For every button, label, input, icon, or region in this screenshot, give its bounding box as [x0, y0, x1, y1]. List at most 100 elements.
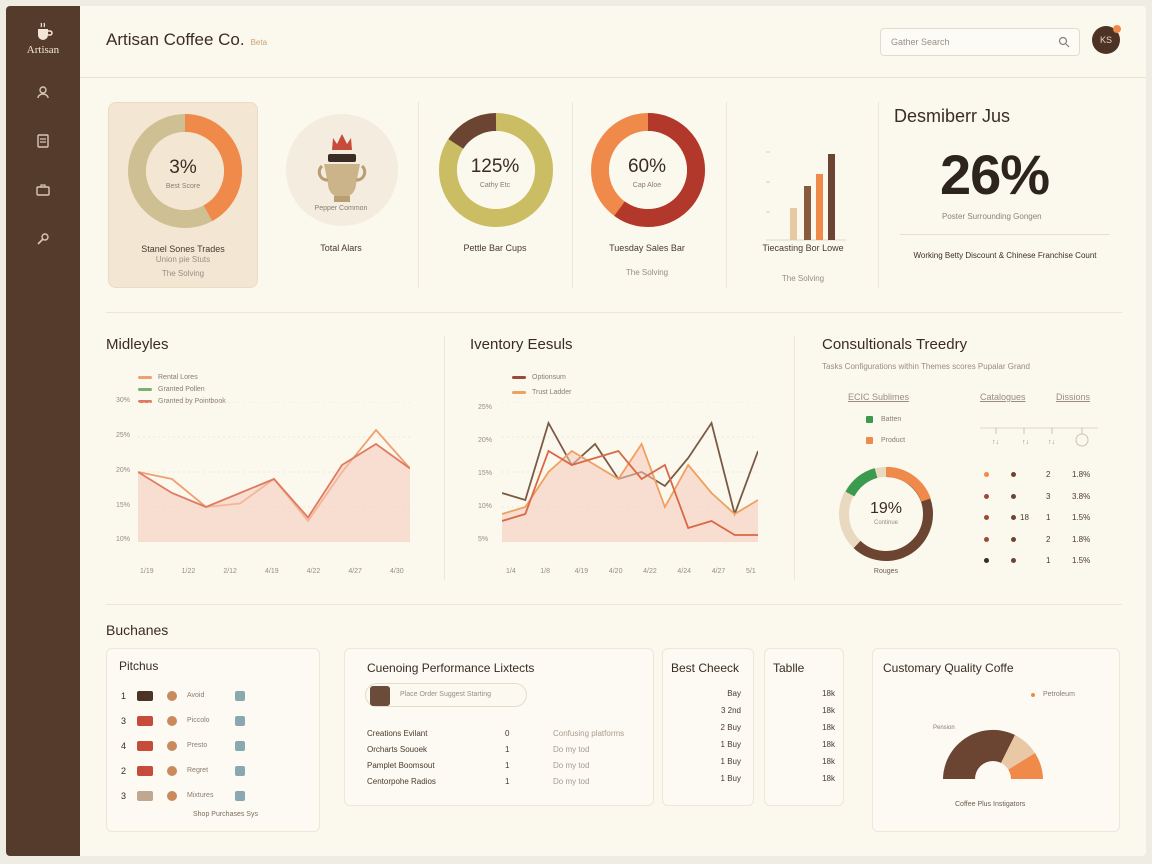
table-row[interactable]: Pamplet Boomsout 1 Do my tod: [367, 757, 637, 773]
perf-count: 1: [505, 744, 510, 754]
pickup-row[interactable]: 4 Presto: [121, 733, 317, 758]
row-percent: 1.5%: [1072, 513, 1091, 523]
pickup-row[interactable]: 3 Mixtures: [121, 783, 317, 808]
logo-text: Artisan: [26, 44, 60, 56]
perf-comment: Do my tod: [553, 744, 590, 754]
nav-item-settings[interactable]: [35, 231, 51, 252]
briefcase-icon: [36, 184, 50, 196]
coffee-cup-logo-icon: [37, 22, 53, 40]
search-icon[interactable]: [1057, 35, 1071, 49]
perf-count: 0: [505, 728, 510, 738]
list-item: 1 Buy: [720, 774, 741, 783]
kpi-note-1: Union pie Stuts: [155, 255, 211, 264]
kpi-card-3[interactable]: 125% Cathy Etc Pettle Bar Cups: [420, 102, 570, 288]
x-tick: 4/27: [711, 568, 726, 575]
pickup-row[interactable]: 1 Avoid: [121, 683, 317, 708]
quality-legend: Petroleum: [1031, 691, 1075, 703]
place-order-button[interactable]: Place Order Suggest Starting: [365, 683, 527, 707]
product-icon: [235, 690, 245, 701]
sidebar: Artisan: [6, 6, 80, 856]
perf-comment: Do my tod: [553, 776, 590, 786]
row-percent: 1.5%: [1072, 556, 1091, 566]
pickup-rank: 2: [121, 765, 127, 776]
mini-bar-4: [828, 154, 835, 240]
x-tick: 1/4: [506, 568, 516, 575]
status-dot: [1011, 493, 1016, 499]
top-header: Artisan Coffee Co. Beta Gather Search KS: [80, 6, 1146, 78]
divider: [726, 102, 727, 288]
bestcheck-list: Bay 3 2nd 2 Buy 1 Buy 1 Buy 1 Buy: [671, 689, 741, 791]
avatar[interactable]: KS: [1092, 25, 1121, 54]
pickup-rank: 4: [121, 740, 127, 751]
stat-note: Working Betty Discount & Chinese Franchi…: [913, 251, 1097, 260]
table-row[interactable]: 1 1.5%: [984, 550, 1104, 572]
quality-card: Customary Quality Coffe Petroleum Pensio…: [872, 648, 1120, 832]
svg-text:↑↓: ↑↓: [1022, 439, 1029, 446]
column-header[interactable]: Dissions: [1056, 392, 1090, 402]
section-title-bottom: Buchanes: [106, 622, 169, 638]
table-row[interactable]: 18 1 1.5%: [984, 507, 1104, 529]
list-item: 2 Buy: [720, 723, 741, 732]
x-tick: 4/20: [608, 568, 623, 575]
table-row[interactable]: 2 1.8%: [984, 464, 1104, 486]
mixed-line-chart[interactable]: [138, 402, 410, 542]
notification-dot: [1113, 25, 1121, 33]
table-row[interactable]: 3 3.8%: [984, 486, 1104, 508]
kpi-card-4[interactable]: 60% Cap Aloe Tuesday Sales Bar The Solvi…: [572, 102, 722, 288]
perf-name: Orcharts Souoek: [367, 744, 428, 754]
table-title: Tablle: [773, 661, 805, 675]
pickup-row[interactable]: 2 Regret: [121, 758, 317, 783]
quality-title: Customary Quality Coffe: [883, 661, 1014, 675]
table-row[interactable]: 2 1.8%: [984, 529, 1104, 551]
product-icon: [235, 790, 245, 801]
bestcheck-title: Best Cheeck: [671, 661, 740, 675]
kpi-sub-2: Pepper Common: [314, 205, 368, 212]
nav-item-users[interactable]: [35, 84, 51, 105]
panel-title-consult: Consultionals Treedry: [822, 336, 968, 353]
perf-comment: Do my tod: [553, 760, 590, 770]
brand-logo[interactable]: Artisan: [27, 22, 59, 56]
section-divider: [106, 312, 1122, 313]
pickup-label: Regret: [187, 767, 209, 774]
search-input[interactable]: Gather Search: [880, 28, 1080, 56]
status-dot: [1011, 472, 1016, 478]
y-tick: 20%: [116, 467, 131, 474]
performance-table: Creations Evilant 0 Confusing platforms Orc…: [367, 725, 637, 789]
pickup-row[interactable]: 3 Piccolo: [121, 708, 317, 733]
legend-item: Granted Pollen: [138, 386, 226, 393]
divider: [444, 336, 445, 580]
kpi-card-5[interactable]: Tiecasting Bor Lowe The Solving: [728, 102, 878, 288]
nav-item-documents[interactable]: [35, 133, 51, 154]
inventory-line-chart[interactable]: [502, 402, 758, 542]
avatar-initials: KS: [1099, 35, 1112, 45]
kpi-label-4: Tuesday Sales Bar: [609, 243, 685, 253]
search-placeholder: Gather Search: [891, 37, 950, 47]
kpi-sub-4: Cap Aloe: [632, 182, 662, 189]
nav-item-inventory[interactable]: [35, 182, 51, 203]
x-tick: 4/24: [677, 568, 692, 575]
y-tick: 30%: [116, 397, 131, 404]
column-header[interactable]: ECIC Sublimes: [848, 392, 909, 402]
table-row[interactable]: Orcharts Souoek 1 Do my tod: [367, 741, 637, 757]
x-tick: 1/19: [140, 568, 154, 575]
pickup-footer[interactable]: Shop Purchases Sys: [193, 811, 258, 818]
product-icon: [167, 740, 177, 751]
x-tick: 4/19: [265, 568, 279, 575]
consult-ring-value: 19%: [869, 500, 903, 517]
column-header[interactable]: Catalogues: [980, 392, 1026, 402]
kpi-value-1: 3%: [169, 157, 197, 178]
mini-bar-2: [804, 186, 811, 240]
pickup-rank: 3: [121, 715, 127, 726]
x-tick: 1/22: [181, 568, 196, 575]
table-card: Tablle 18k 18k 18k 18k 18k 18k: [764, 648, 844, 806]
perf-count: 1: [505, 776, 510, 786]
panel-sub-consult: Tasks Configurations within Themes score…: [822, 362, 1030, 371]
table-row[interactable]: Centorpohe Radios 1 Do my tod: [367, 773, 637, 789]
table-row[interactable]: Creations Evilant 0 Confusing platforms: [367, 725, 637, 741]
kpi-sub-3: Cathy Etc: [479, 182, 511, 189]
kpi-card-2[interactable]: Pepper Common Total Alars: [266, 102, 416, 288]
pickup-label: Presto: [187, 742, 208, 749]
kpi-card-1[interactable]: 3% Best Score Stanel Sones Trades Union …: [108, 102, 258, 288]
status-dot: [1011, 536, 1016, 542]
legend-item: Trust Ladder: [512, 389, 571, 396]
